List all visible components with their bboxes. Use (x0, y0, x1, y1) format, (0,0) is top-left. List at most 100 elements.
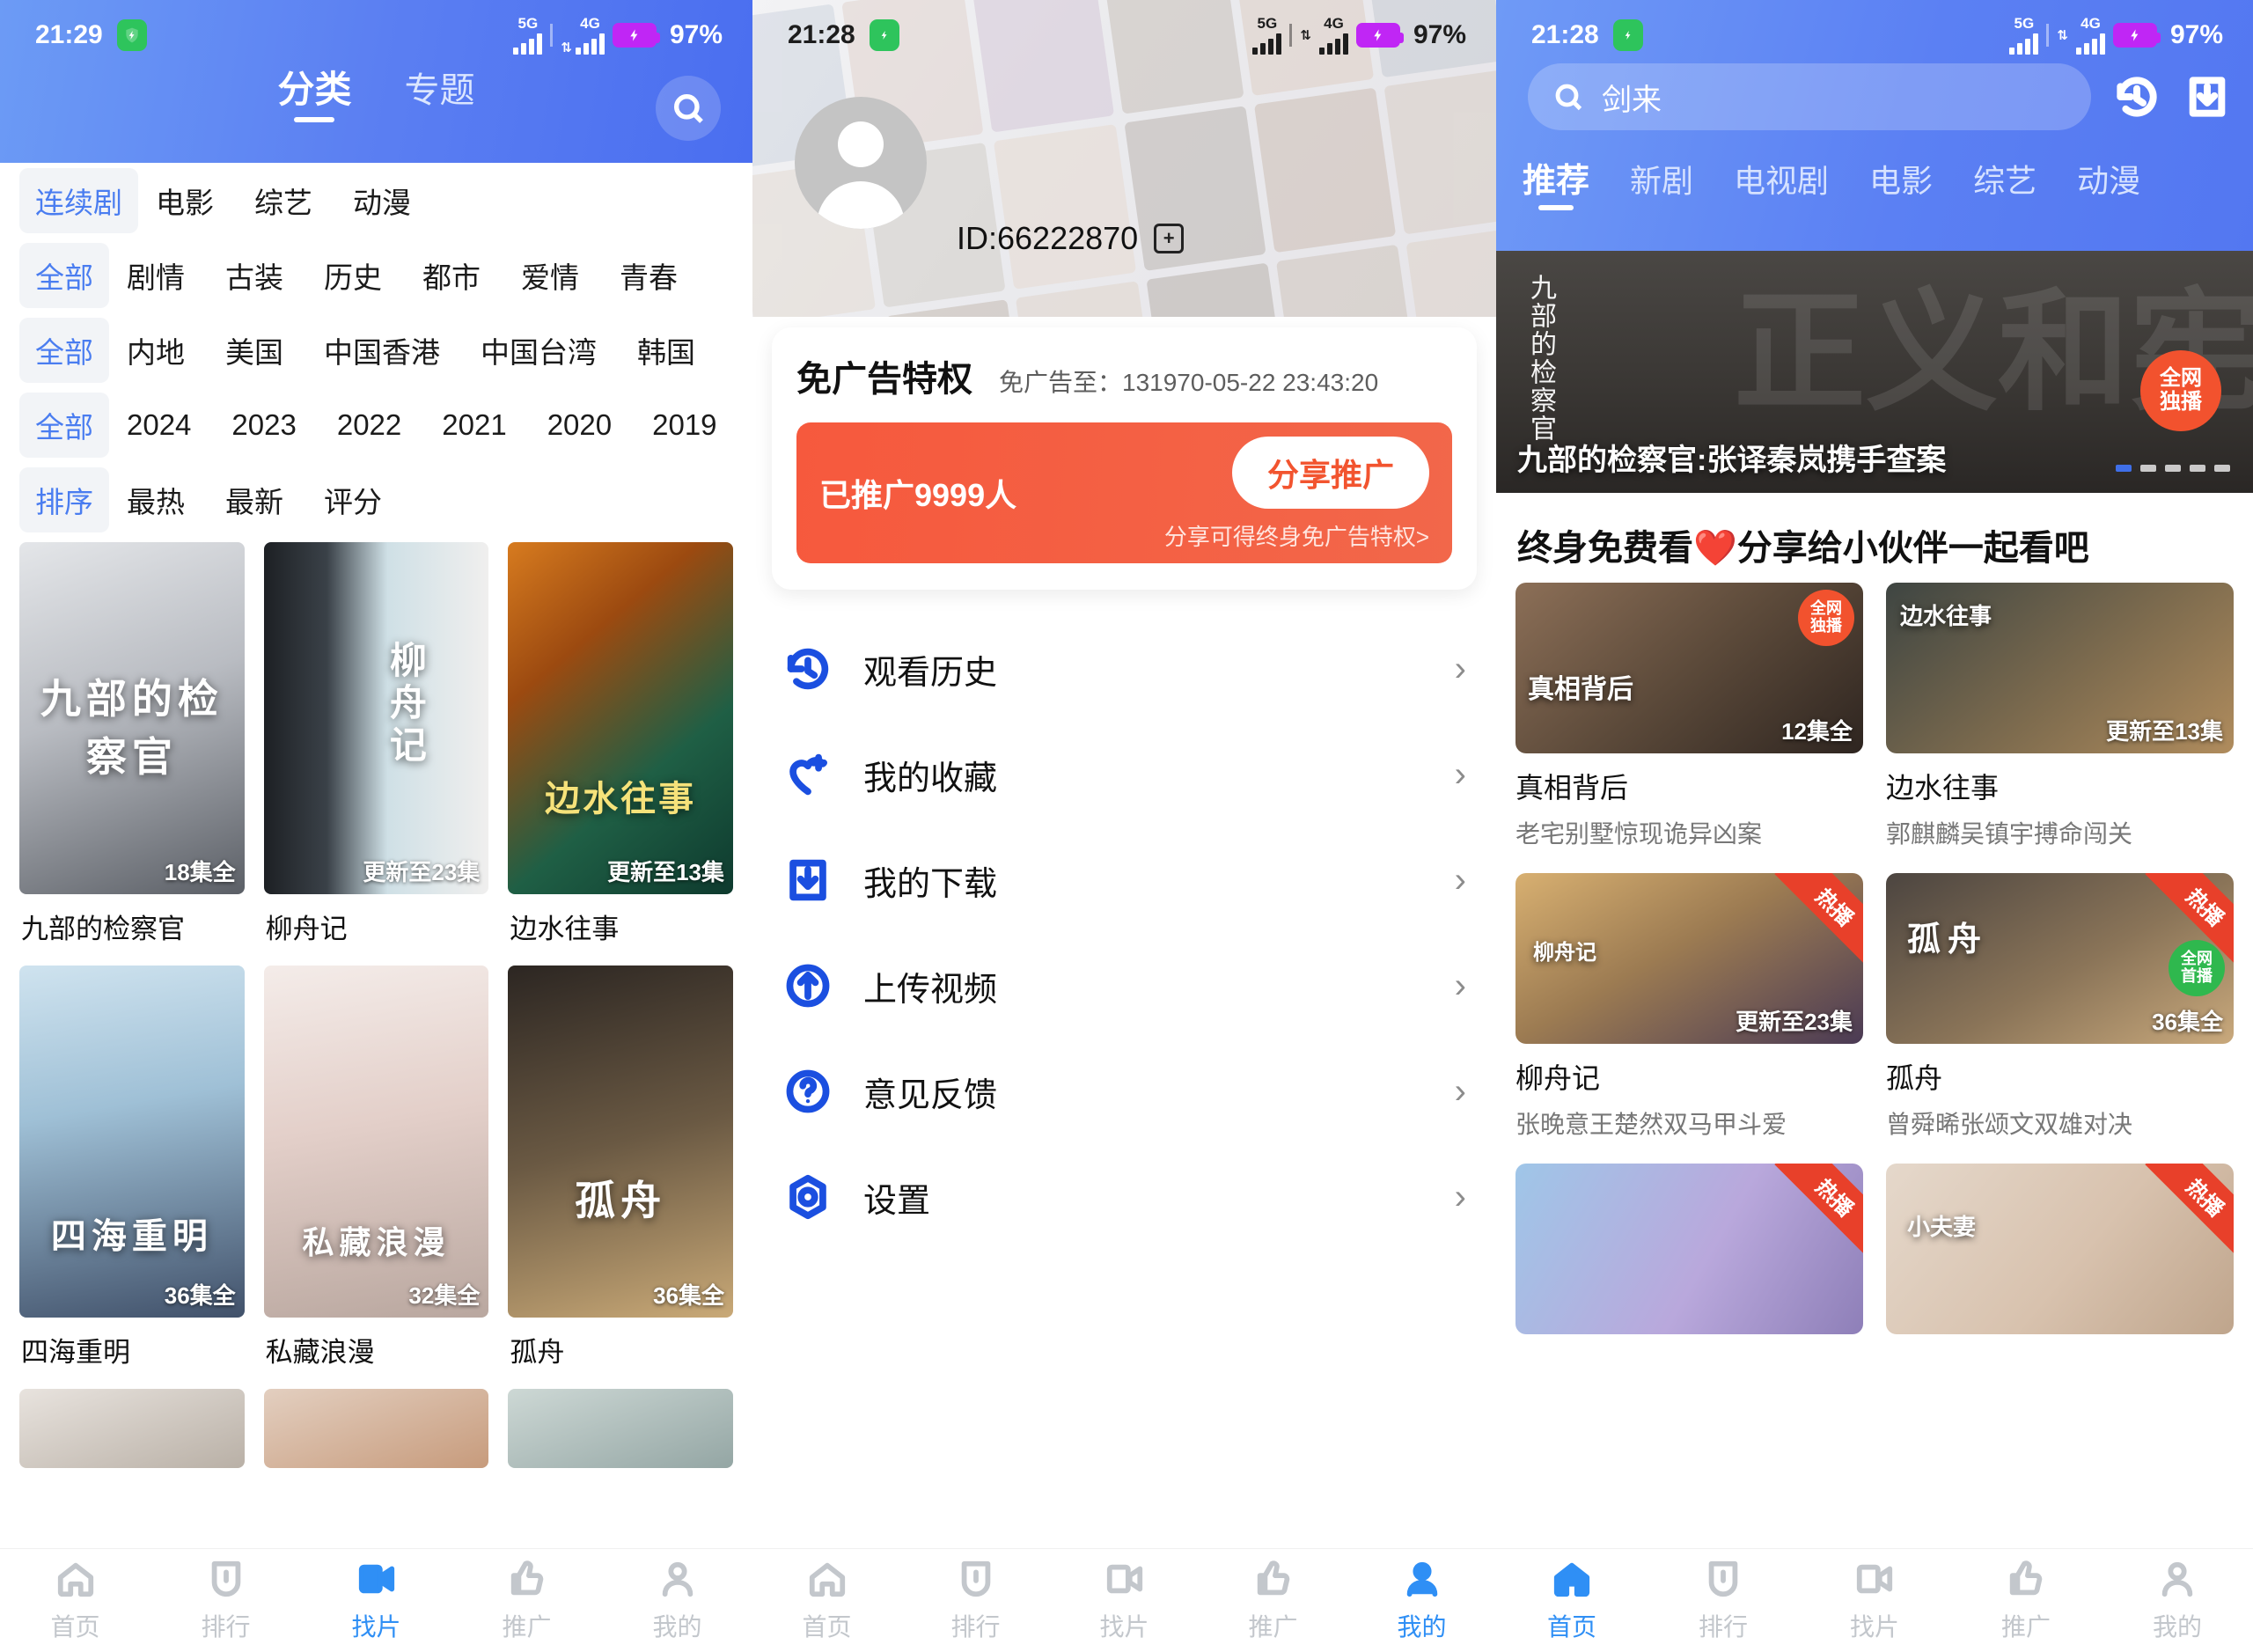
menu-item-upload[interactable]: 上传视频 › (782, 933, 1466, 1039)
list-item[interactable]: 私藏浪漫 32集全 私藏浪漫 (263, 966, 489, 1369)
tab-fenlei[interactable]: 分类 (277, 60, 351, 124)
carousel-dot[interactable] (2165, 465, 2181, 472)
search-input[interactable]: 剑来 (1528, 63, 2091, 130)
share-promote-button[interactable]: 分享推广 (1231, 437, 1429, 509)
tab-tv-series[interactable]: 电视剧 (1734, 156, 1829, 214)
thumbnail[interactable]: 热播 (1515, 1164, 1863, 1334)
poster-image[interactable]: 边水往事 更新至13集 (508, 542, 733, 894)
carousel-dot[interactable] (2190, 465, 2205, 472)
tabbar-item-promote[interactable]: 推广 (451, 1559, 602, 1643)
thumbnail[interactable]: 真相背后 全网 独播 12集全 (1515, 583, 1863, 753)
download-icon[interactable] (2183, 72, 2232, 121)
tab-recommend[interactable]: 推荐 (1523, 153, 1589, 214)
poster-image[interactable]: 私藏浪漫 32集全 (263, 966, 489, 1318)
promo-subtext[interactable]: 分享可得终身免广告特权> (1164, 519, 1429, 552)
filter-item[interactable]: 2020 (547, 408, 612, 442)
filter-item[interactable]: 韩国 (637, 329, 695, 371)
menu-item-downloads[interactable]: 我的下载 › (782, 827, 1466, 933)
poster-image[interactable] (508, 1389, 733, 1468)
list-item[interactable]: 九部的检察官 18集全 九部的检察官 (19, 542, 245, 946)
filter-chip-selected[interactable]: 连续剧 (19, 167, 138, 233)
filter-item[interactable]: 2024 (127, 408, 191, 442)
tabbar-item-find[interactable]: 找片 (1050, 1559, 1199, 1643)
tabbar-item-home[interactable]: 首页 (752, 1559, 901, 1643)
poster-image[interactable] (19, 1389, 245, 1468)
poster-image[interactable]: 孤舟 36集全 (508, 966, 733, 1318)
menu-item-history[interactable]: 观看历史 › (782, 616, 1466, 722)
thumbnail[interactable]: 孤舟 热播 全网 首播 36集全 (1886, 873, 2234, 1044)
list-item[interactable]: 孤舟 热播 全网 首播 36集全 孤舟 曾舜晞张颂文双雄对决 (1886, 873, 2234, 1141)
filter-item[interactable]: 2023 (231, 408, 296, 442)
tab-variety[interactable]: 综艺 (1973, 156, 2037, 214)
filter-item[interactable]: 都市 (422, 254, 481, 297)
tab-anime[interactable]: 动漫 (2077, 156, 2140, 214)
filter-item[interactable]: 中国香港 (324, 329, 440, 371)
list-item[interactable] (263, 1389, 489, 1468)
carousel-dot-active[interactable] (2116, 465, 2132, 472)
share-promo-banner[interactable]: 已推广9999人 分享推广 分享可得终身免广告特权> (796, 422, 1452, 563)
filter-item[interactable]: 动漫 (353, 180, 411, 222)
filter-item[interactable]: 美国 (225, 329, 283, 371)
filter-chip-selected[interactable]: 全部 (19, 242, 109, 308)
list-item[interactable]: 孤舟 36集全 孤舟 (508, 966, 733, 1369)
filter-item[interactable]: 综艺 (254, 180, 312, 222)
avatar[interactable] (795, 97, 927, 229)
copy-icon[interactable]: + (1154, 224, 1185, 253)
filter-item[interactable]: 2022 (337, 408, 401, 442)
tab-movies[interactable]: 电影 (1869, 156, 1933, 214)
filter-item[interactable]: 内地 (127, 329, 185, 371)
filter-chip-selected[interactable]: 全部 (19, 317, 109, 383)
tabbar-item-rank[interactable]: 排行 (150, 1559, 301, 1643)
thumbnail[interactable]: 柳舟记 热播 更新至23集 (1515, 873, 1863, 1044)
list-item[interactable]: 小夫妻 热播 (1886, 1164, 2234, 1334)
list-item[interactable] (508, 1389, 733, 1468)
filter-item[interactable]: 最热 (127, 479, 185, 521)
list-item[interactable]: 柳舟记 热播 更新至23集 柳舟记 张晚意王楚然双马甲斗爱 (1515, 873, 1863, 1141)
list-item[interactable] (19, 1389, 245, 1468)
tabbar-item-rank[interactable]: 排行 (901, 1559, 1050, 1643)
tabbar-item-find[interactable]: 找片 (301, 1559, 451, 1643)
list-item[interactable]: 边水往事 更新至13集 边水往事 郭麒麟吴镇宇搏命闯关 (1886, 583, 2234, 850)
list-item[interactable]: 真相背后 全网 独播 12集全 真相背后 老宅别墅惊现诡异凶案 (1515, 583, 1863, 850)
list-item[interactable]: 热播 (1515, 1164, 1863, 1334)
tabbar-item-promote[interactable]: 推广 (1199, 1559, 1347, 1643)
history-icon[interactable] (2112, 72, 2161, 121)
carousel-dot[interactable] (2214, 465, 2230, 472)
menu-item-favorites[interactable]: 我的收藏 › (782, 722, 1466, 827)
tabbar-item-mine[interactable]: 我的 (602, 1559, 752, 1643)
filter-item[interactable]: 2019 (652, 408, 716, 442)
carousel-dot[interactable] (2140, 465, 2156, 472)
poster-image[interactable]: 柳舟记 更新至23集 (263, 542, 489, 894)
list-item[interactable]: 柳舟记 更新至23集 柳舟记 (263, 542, 489, 946)
poster-image[interactable]: 九部的检察官 18集全 (19, 542, 245, 894)
filter-item[interactable]: 历史 (324, 254, 382, 297)
filter-item[interactable]: 爱情 (521, 254, 579, 297)
tabbar-item-promote[interactable]: 推广 (1950, 1559, 2102, 1643)
list-item[interactable]: 边水往事 更新至13集 边水往事 (508, 542, 733, 946)
thumbnail[interactable]: 边水往事 更新至13集 (1886, 583, 2234, 753)
tab-zhuanti[interactable]: 专题 (405, 62, 475, 123)
filter-item[interactable]: 青春 (620, 254, 678, 297)
tab-new-drama[interactable]: 新剧 (1630, 156, 1693, 214)
hero-carousel[interactable]: 正义和宪 九部的检察官 全网 独播 九部的检察官:张译秦岚携手查案 (1496, 251, 2253, 493)
list-item[interactable]: 四海重明 36集全 四海重明 (19, 966, 245, 1369)
filter-item[interactable]: 最新 (225, 479, 283, 521)
poster-image[interactable] (263, 1389, 489, 1468)
menu-item-feedback[interactable]: 意见反馈 › (782, 1039, 1466, 1144)
menu-item-settings[interactable]: 设置 › (782, 1144, 1466, 1250)
tabbar-item-rank[interactable]: 排行 (1648, 1559, 1799, 1643)
filter-item[interactable]: 古装 (225, 254, 283, 297)
poster-image[interactable]: 四海重明 36集全 (19, 966, 245, 1318)
search-button[interactable] (656, 76, 721, 141)
tabbar-item-find[interactable]: 找片 (1799, 1559, 1950, 1643)
filter-item[interactable]: 中国台湾 (481, 329, 597, 371)
filter-item[interactable]: 2021 (442, 408, 506, 442)
tabbar-item-mine[interactable]: 我的 (1347, 1559, 1496, 1643)
tabbar-item-home[interactable]: 首页 (0, 1559, 150, 1643)
thumbnail[interactable]: 小夫妻 热播 (1886, 1164, 2234, 1334)
carousel-dots[interactable] (2116, 465, 2230, 472)
filter-chip-sort[interactable]: 排序 (19, 466, 109, 532)
filter-item[interactable]: 电影 (156, 180, 214, 222)
tabbar-item-mine[interactable]: 我的 (2102, 1559, 2253, 1643)
filter-item[interactable]: 剧情 (127, 254, 185, 297)
